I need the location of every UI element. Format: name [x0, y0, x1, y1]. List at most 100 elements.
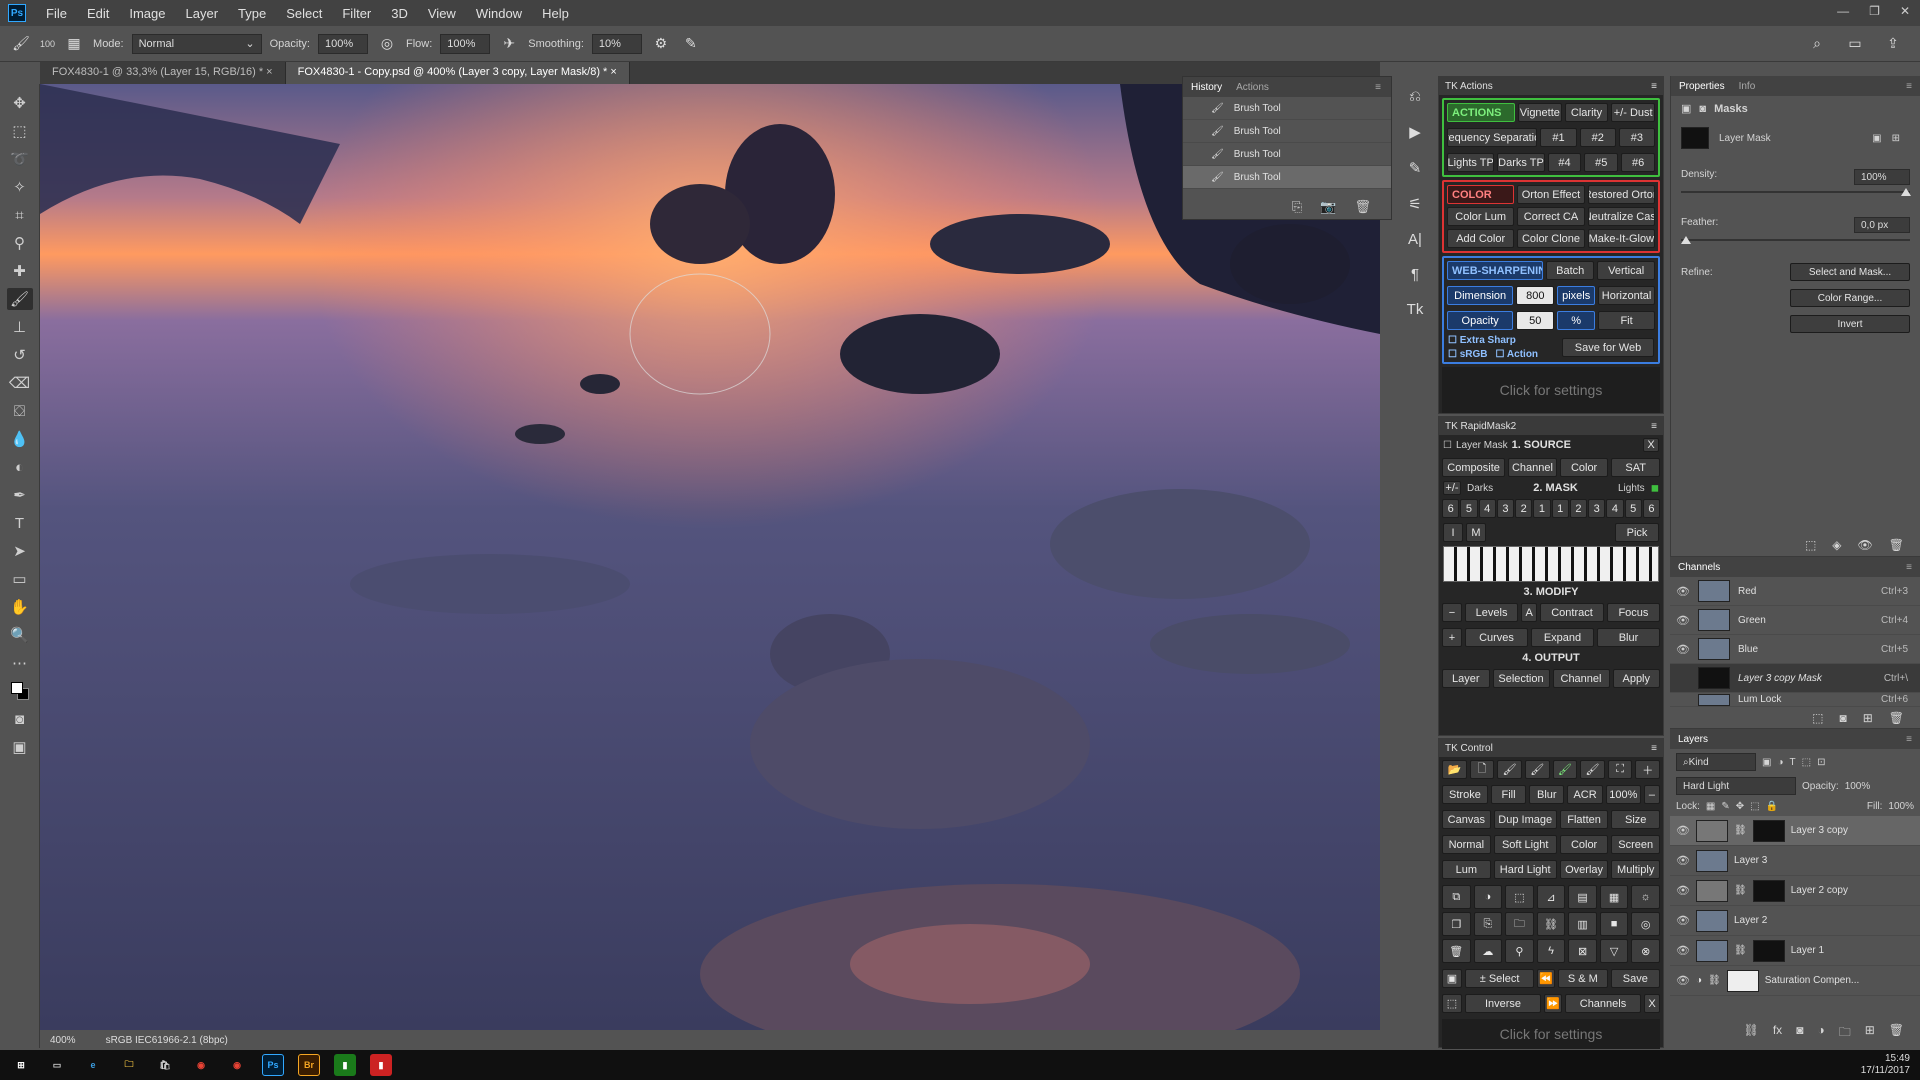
menu-image[interactable]: Image	[119, 6, 175, 21]
color-lum-button[interactable]: Color Lum	[1447, 207, 1515, 226]
darks-2-button[interactable]: 2	[1515, 499, 1533, 518]
layer-row[interactable]: 👁 ⛓ Layer 2 copy	[1670, 876, 1920, 906]
blend-hard-light-button[interactable]: Hard Light	[1493, 860, 1557, 879]
dup-image-button[interactable]: Dup Image	[1493, 810, 1557, 829]
brush-settings-icon[interactable]: ▦	[63, 33, 85, 55]
new-doc-icon[interactable]: 🗋	[1469, 760, 1495, 779]
link-icon[interactable]: ⛓	[1536, 912, 1566, 936]
add-vector-mask-icon[interactable]: ⊞	[1892, 133, 1900, 144]
blur-tool-icon[interactable]: 💧	[7, 428, 33, 450]
cloud-icon[interactable]: ☁	[1473, 939, 1503, 963]
vignette-button[interactable]: Vignette	[1518, 103, 1562, 122]
lights-tp-button[interactable]: Lights TP	[1447, 153, 1495, 172]
clock-date[interactable]: 17/11/2017	[1861, 1065, 1910, 1077]
hand-tool-icon[interactable]: ✋	[7, 596, 33, 618]
triangle-icon[interactable]: ▽	[1599, 939, 1629, 963]
tab-actions[interactable]: Actions	[1236, 82, 1269, 93]
tab-document-2[interactable]: FOX4830-1 - Copy.psd @ 400% (Layer 3 cop…	[285, 62, 630, 84]
lock-position-icon[interactable]: ✥	[1736, 801, 1744, 812]
eraser-tool-icon[interactable]: ⌫	[7, 372, 33, 394]
brush-preset-icon[interactable]: 🖌	[10, 33, 32, 55]
save-selection-icon[interactable]: ◙	[1839, 711, 1846, 725]
focus-button[interactable]: Focus	[1606, 603, 1660, 622]
healing-tool-icon[interactable]: ✚	[7, 260, 33, 282]
brush-size[interactable]: 100	[40, 39, 55, 49]
output-channel-button[interactable]: Channel	[1552, 669, 1610, 688]
layer-mask-thumbnail[interactable]	[1752, 939, 1785, 962]
stamp-tool-icon[interactable]: ⊥	[7, 316, 33, 338]
new-layer-icon[interactable]: ⧉	[1442, 885, 1471, 909]
more-tools-icon[interactable]: ⋯	[7, 652, 33, 674]
blend-mode-dropdown[interactable]: Hard Light	[1676, 777, 1796, 795]
group-icon[interactable]: ❐	[1442, 912, 1471, 936]
menu-file[interactable]: File	[36, 6, 77, 21]
canvas-button[interactable]: Canvas	[1442, 810, 1491, 829]
inverse-button[interactable]: Inverse	[1465, 994, 1541, 1013]
smoothing-field[interactable]: 10%	[591, 33, 642, 54]
lights-2-button[interactable]: 2	[1569, 499, 1587, 518]
adjustments-icon[interactable]: ⚟	[1408, 195, 1421, 213]
lock-artboard-icon[interactable]: ⬚	[1750, 801, 1759, 812]
pick-button[interactable]: Pick	[1615, 523, 1659, 542]
collapse-icon[interactable]: –	[1643, 785, 1660, 804]
size-button[interactable]: Size	[1611, 810, 1660, 829]
acr-button[interactable]: ACR	[1567, 785, 1603, 804]
eye-icon[interactable]: 👁	[1676, 914, 1690, 927]
channel-row[interactable]: 👁 Blue Ctrl+5	[1670, 635, 1920, 664]
trash-icon[interactable]: 🗑	[1354, 199, 1371, 215]
horizontal-button[interactable]: Horizontal	[1598, 286, 1655, 305]
i-button[interactable]: I	[1443, 523, 1463, 542]
vertical-button[interactable]: Vertical	[1597, 261, 1655, 280]
action-2-button[interactable]: #2	[1579, 128, 1616, 147]
extra-sharp-checkbox[interactable]: ☐ Extra Sharp	[1448, 335, 1538, 346]
path-select-tool-icon[interactable]: ➤	[7, 540, 33, 562]
trash-icon[interactable]: 🗑	[1889, 1023, 1904, 1044]
layer-row[interactable]: 👁 Layer 3	[1670, 846, 1920, 876]
lightning-icon[interactable]: ϟ	[1536, 939, 1566, 963]
panel-menu-icon[interactable]: ≡	[1651, 743, 1657, 754]
action-6-button[interactable]: #6	[1621, 153, 1655, 172]
paint-bucket-tool-icon[interactable]: ⛋	[7, 400, 33, 422]
filter-pixel-icon[interactable]: ▣	[1762, 757, 1771, 768]
eye-icon[interactable]: 👁	[1676, 944, 1690, 957]
mode-dropdown[interactable]: Normal ⌄	[131, 33, 262, 54]
color-button[interactable]: Color	[1559, 458, 1609, 477]
flow-field[interactable]: 100%	[440, 33, 491, 54]
darks-1-button[interactable]: 1	[1533, 499, 1551, 518]
clone-icon[interactable]: ⊗	[1631, 939, 1660, 963]
eye-icon[interactable]: 👁	[1858, 538, 1873, 552]
menu-window[interactable]: Window	[466, 6, 532, 21]
menu-help[interactable]: Help	[532, 6, 579, 21]
new-adjustment-icon[interactable]: ◑	[1817, 1023, 1824, 1044]
play-icon[interactable]: ▶	[1409, 123, 1421, 141]
eye-icon[interactable]: 👁	[1676, 884, 1690, 897]
close-button[interactable]: X	[1644, 994, 1660, 1013]
blend-color-button[interactable]: Color	[1559, 835, 1609, 854]
restored-orton-button[interactable]: Restored Orton	[1587, 185, 1655, 204]
darks-4-button[interactable]: 4	[1478, 499, 1496, 518]
panel-menu-icon[interactable]: ≡	[1651, 81, 1657, 92]
history-item[interactable]: 🖌 Brush Tool	[1183, 143, 1391, 166]
brush-green-icon[interactable]: 🖌	[1552, 760, 1578, 779]
add-color-button[interactable]: Add Color	[1447, 229, 1515, 248]
channel-row[interactable]: Layer 3 copy Mask Ctrl+\	[1670, 664, 1920, 693]
brightness-icon[interactable]: ☼	[1631, 885, 1660, 909]
filter-smart-icon[interactable]: ⊡	[1817, 757, 1825, 768]
tab-properties[interactable]: Properties	[1679, 81, 1725, 92]
menu-filter[interactable]: Filter	[332, 6, 381, 21]
gear-icon[interactable]: ⚙	[650, 33, 672, 55]
shape-tool-icon[interactable]: ▭	[7, 568, 33, 590]
brush-gray-icon[interactable]: 🖌	[1580, 760, 1605, 779]
trash-icon[interactable]: 🗑	[1889, 538, 1904, 552]
blend-overlay-button[interactable]: Overlay	[1559, 860, 1609, 879]
lock-transparent-icon[interactable]: ▦	[1706, 801, 1715, 812]
type-tool-icon[interactable]: T	[7, 512, 33, 534]
output-selection-button[interactable]: Selection	[1492, 669, 1550, 688]
orton-effect-button[interactable]: Orton Effect	[1517, 185, 1585, 204]
blur-button[interactable]: Blur	[1597, 628, 1660, 647]
blend-lum-button[interactable]: Lum	[1442, 860, 1491, 879]
new-group-icon[interactable]: 🗀	[1839, 1023, 1851, 1044]
eye-icon[interactable]: 👁	[1676, 824, 1690, 837]
invert-button[interactable]: Invert	[1790, 315, 1910, 333]
clock-time[interactable]: 15:49	[1861, 1053, 1910, 1065]
